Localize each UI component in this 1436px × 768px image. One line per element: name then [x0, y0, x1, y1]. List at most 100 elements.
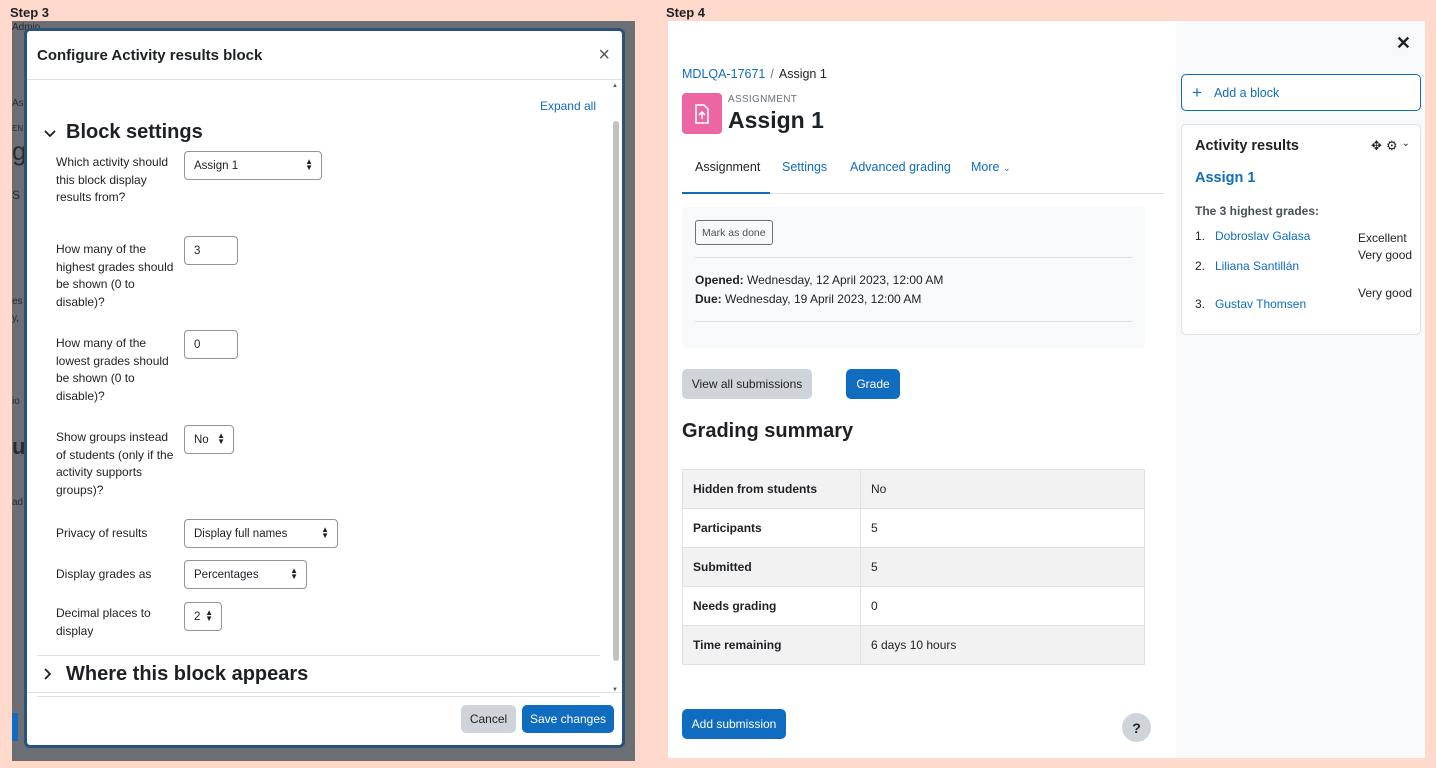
- due-label: Due:: [695, 292, 722, 306]
- chevron-down-icon[interactable]: ⌄: [1402, 138, 1410, 154]
- divider: [37, 655, 600, 656]
- section-title: Where this block appears: [66, 663, 309, 685]
- scrollbar-thumb[interactable]: [613, 121, 619, 661]
- table-key: Needs grading: [682, 586, 861, 626]
- due-date: Due: Wednesday, 19 April 2023, 12:00 AM: [695, 292, 921, 306]
- select-arrows-icon: ▲ ▼: [321, 525, 329, 540]
- section-title: Block settings: [66, 121, 203, 143]
- grade-value: Very good: [1358, 248, 1413, 262]
- chevron-down-icon: [44, 125, 66, 141]
- table-row: Needs grading 0: [682, 586, 1145, 626]
- field-label: How many of the lowest grades should be …: [56, 336, 169, 403]
- select-arrows-icon: ▲ ▼: [305, 157, 313, 172]
- grade-value: Very good: [1358, 286, 1413, 300]
- gear-icon[interactable]: ⚙: [1386, 138, 1398, 154]
- tab-more[interactable]: More ⌄: [971, 160, 1011, 174]
- help-button[interactable]: ?: [1122, 713, 1151, 742]
- block-title: Activity results: [1195, 138, 1299, 154]
- background-text: As: [12, 98, 24, 109]
- table-value: 5: [860, 547, 1145, 587]
- chevron-down-icon: ⌄: [1002, 163, 1011, 173]
- grade-button[interactable]: Grade: [846, 369, 900, 399]
- view-all-submissions-button[interactable]: View all submissions: [682, 369, 812, 399]
- opened-value: Wednesday, 12 April 2023, 12:00 AM: [747, 273, 944, 287]
- highest-grades-input[interactable]: 3: [184, 236, 238, 265]
- cancel-button[interactable]: Cancel: [461, 705, 516, 733]
- modal-title: Configure Activity results block: [37, 46, 263, 64]
- background-text: es: [12, 296, 23, 307]
- save-changes-button[interactable]: Save changes: [522, 705, 614, 733]
- block-settings-header[interactable]: Block settings: [44, 121, 203, 144]
- table-key: Submitted: [682, 547, 861, 587]
- rank: 3.: [1195, 297, 1206, 311]
- block-activity-link[interactable]: Assign 1: [1195, 170, 1255, 186]
- block-controls: ✥ ⚙ ⌄: [1371, 138, 1410, 154]
- opened-label: Opened:: [695, 273, 744, 287]
- background-text: S: [12, 188, 21, 202]
- background-text: EN: [12, 124, 24, 133]
- activity-select[interactable]: Assign 1 ▲ ▼: [184, 151, 322, 180]
- select-value: 2: [194, 610, 201, 623]
- close-icon[interactable]: ✕: [1396, 33, 1411, 54]
- activity-type: ASSIGNMENT: [728, 94, 798, 105]
- decimal-places-select[interactable]: 2 ▲ ▼: [184, 602, 222, 631]
- field-label: Decimal places to display: [56, 606, 151, 638]
- student-link[interactable]: Liliana Santillán: [1215, 259, 1299, 273]
- block-subtitle: The 3 highest grades:: [1195, 204, 1320, 218]
- table-row: Hidden from students No: [682, 469, 1145, 509]
- add-block-label: Add a block: [1213, 85, 1280, 100]
- block-drawer: ✕ + Add a block Activity results ✥ ⚙ ⌄ A…: [1176, 21, 1425, 758]
- breadcrumb: MDLQA-17671 / Assign 1: [682, 67, 827, 81]
- modal-body: Expand all Block settings Which activity…: [27, 81, 622, 699]
- background-text: io: [12, 396, 20, 407]
- input-value: 3: [194, 244, 201, 257]
- activity-dates-panel: Mark as done Opened: Wednesday, 12 April…: [682, 207, 1145, 348]
- select-value: Assign 1: [194, 159, 239, 172]
- due-value: Wednesday, 19 April 2023, 12:00 AM: [725, 292, 922, 306]
- select-arrows-icon: ▲ ▼: [290, 566, 298, 581]
- table-value: 5: [860, 508, 1145, 548]
- table-value: 0: [860, 586, 1145, 626]
- select-value: Display full names: [194, 527, 288, 540]
- breadcrumb-course-link[interactable]: MDLQA-17671: [682, 67, 765, 81]
- table-value: 6 days 10 hours: [860, 625, 1145, 665]
- secondary-navigation: Assignment Settings Advanced grading Mor…: [682, 151, 1164, 194]
- table-key: Participants: [682, 508, 861, 548]
- add-submission-button[interactable]: Add submission: [682, 709, 786, 739]
- display-grades-select[interactable]: Percentages ▲ ▼: [184, 560, 307, 589]
- field-label: How many of the highest grades should be…: [56, 242, 174, 309]
- modal-header: Configure Activity results block ×: [27, 31, 622, 80]
- opened-date: Opened: Wednesday, 12 April 2023, 12:00 …: [695, 273, 943, 287]
- table-row: Participants 5: [682, 508, 1145, 548]
- divider: [695, 321, 1132, 322]
- groups-select[interactable]: No ▲ ▼: [184, 425, 234, 454]
- table-row: Time remaining 6 days 10 hours: [682, 625, 1145, 665]
- scroll-up-arrow[interactable]: ▲: [612, 83, 618, 89]
- select-arrows-icon: ▲ ▼: [205, 608, 213, 623]
- mark-as-done-button[interactable]: Mark as done: [695, 220, 773, 245]
- student-link[interactable]: Dobroslav Galasa: [1215, 229, 1310, 243]
- rank: 2.: [1195, 259, 1206, 273]
- grading-summary-table: Hidden from students No Participants 5 S…: [682, 469, 1145, 665]
- add-block-button[interactable]: + Add a block: [1181, 74, 1421, 111]
- step-3-screenshot: Administration As EN g S es y, io u ad C…: [12, 21, 635, 761]
- tab-more-label: More: [971, 160, 1000, 174]
- expand-all-link[interactable]: Expand all: [540, 99, 596, 113]
- grading-summary-heading: Grading summary: [682, 420, 854, 442]
- tab-advanced-grading[interactable]: Advanced grading: [850, 160, 951, 174]
- active-tab-indicator: [682, 192, 770, 194]
- move-icon[interactable]: ✥: [1371, 138, 1382, 154]
- table-key: Time remaining: [682, 625, 861, 665]
- select-arrows-icon: ▲ ▼: [217, 431, 225, 446]
- student-link[interactable]: Gustav Thomsen: [1215, 297, 1306, 311]
- field-label: Show groups instead of students (only if…: [56, 430, 174, 497]
- where-block-appears-header[interactable]: Where this block appears: [44, 663, 308, 686]
- field-label: Which activity should this block display…: [56, 155, 169, 204]
- close-icon[interactable]: ×: [598, 45, 610, 65]
- tab-settings[interactable]: Settings: [782, 160, 827, 174]
- configure-block-modal: Configure Activity results block × Expan…: [24, 28, 625, 748]
- privacy-select[interactable]: Display full names ▲ ▼: [184, 519, 338, 548]
- tab-assignment[interactable]: Assignment: [695, 160, 760, 174]
- lowest-grades-input[interactable]: 0: [184, 330, 238, 359]
- step-4-label: Step 4: [666, 5, 706, 20]
